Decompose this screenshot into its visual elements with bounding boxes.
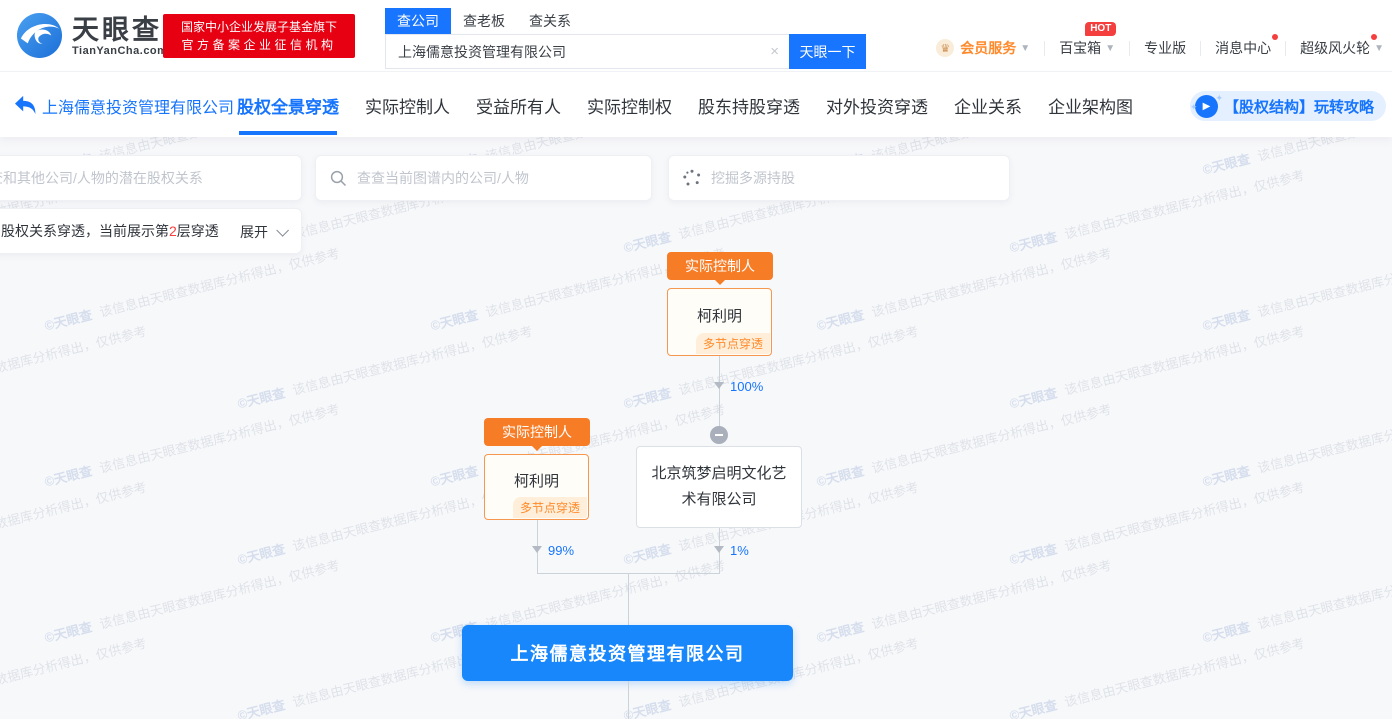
potential-relation-search[interactable] [0,155,302,201]
node-root-company[interactable]: 上海儒意投资管理有限公司 [462,625,793,681]
menu-vip-label: 会员服务 [960,38,1016,58]
edge-root-line [628,573,629,625]
tab-outbound-investment[interactable]: 对外投资穿透 [826,93,928,118]
menu-toolbox[interactable]: HOT 百宝箱 ▼ [1059,38,1115,58]
multi-node-tag[interactable]: 多节点穿透 [513,497,587,518]
nav-tabs: 股权全景穿透 实际控制人 受益所有人 实际控制权 股东持股穿透 对外投资穿透 企… [237,93,1159,118]
header-menu: ♛ 会员服务 ▼ HOT 百宝箱 ▼ 专业版 消息中心 [936,38,1384,58]
search-input[interactable] [385,34,789,69]
back-arrow-icon[interactable] [14,95,36,115]
edge-label-100: 100% [730,379,763,394]
crown-icon: ♛ [936,39,954,57]
menu-message-center[interactable]: 消息中心 [1215,38,1271,58]
page: 天眼查 TianYanCha.com 国家中小企业发展子基金旗下 官方备案企业征… [0,0,1392,719]
collapse-node-button[interactable] [710,426,728,444]
node-top-person[interactable]: 柯利明 多节点穿透 [667,288,772,356]
navbar: 上海儒意投资管理有限公司 股权全景穿透 实际控制人 受益所有人 实际控制权 股东… [0,72,1392,137]
menu-divider [1285,41,1286,56]
menu-divider [1129,41,1130,56]
actual-controller-badge-top: 实际控制人 [667,252,773,280]
edge-label-99: 99% [548,543,574,558]
search-tab-company[interactable]: 查公司 [385,8,451,34]
search-tabs: 查公司 查老板 查关系 [385,8,866,34]
arrow-down-icon [714,382,724,389]
equity-graph-canvas[interactable]: ©天眼查该信息由天眼查数据库分析得出，仅供参考©天眼查该信息由天眼查数据库分析得… [0,137,1392,719]
menu-message-label: 消息中心 [1215,40,1271,56]
menu-super-wheel[interactable]: 超级风火轮 ▼ [1300,38,1384,58]
multi-node-tag[interactable]: 多节点穿透 [696,333,770,354]
tab-shareholder-penetration[interactable]: 股东持股穿透 [698,93,800,118]
clear-search-icon[interactable]: × [770,43,779,60]
equity-structure-guide-button[interactable]: ✦ ▶ ✦ 【股权结构】玩转攻略 [1190,91,1386,121]
graph-search-input[interactable] [347,156,651,200]
menu-wheel-label: 超级风火轮 [1300,40,1370,56]
tab-beneficial-owner[interactable]: 受益所有人 [476,93,561,118]
edge-line-100 [719,356,720,427]
actual-controller-badge-mid: 实际控制人 [484,418,590,446]
graph-search-box[interactable] [315,155,652,201]
logo-domain: TianYanCha.com [72,45,167,57]
notification-dot [1371,34,1377,40]
tab-enterprise-structure[interactable]: 企业架构图 [1048,93,1133,118]
menu-divider [1200,41,1201,56]
edge-label-1: 1% [730,543,749,558]
logo-title: 天眼查 [72,15,167,45]
menu-message-label-wrap: 消息中心 [1215,38,1271,58]
penetration-depth-box: 股权关系穿透，当前展示第2层穿透 展开 [0,208,302,254]
navbar-company-link[interactable]: 上海儒意投资管理有限公司 [42,94,234,118]
header-search: 查公司 查老板 查关系 × 天眼一下 [385,8,866,69]
node-mid-person[interactable]: 柯利明 多节点穿透 [484,454,589,520]
chevron-down-icon [276,224,289,237]
gov-certification-badge: 国家中小企业发展子基金旗下 官方备案企业征信机构 [163,14,355,58]
menu-wheel-label-wrap: 超级风火轮 [1300,38,1370,58]
chevron-down-icon: ▼ [1020,43,1030,54]
header: 天眼查 TianYanCha.com 国家中小企业发展子基金旗下 官方备案企业征… [0,0,1392,72]
search-button[interactable]: 天眼一下 [789,34,866,69]
tianyancha-logo[interactable]: 天眼查 TianYanCha.com [16,12,167,59]
gov-badge-line2: 官方备案企业征信机构 [181,36,336,54]
arrow-down-icon [532,546,542,553]
tab-actual-control-rights[interactable]: 实际控制权 [587,93,672,118]
notification-dot [1272,34,1278,40]
search-tab-relation[interactable]: 查关系 [529,8,571,34]
tab-actual-controller[interactable]: 实际控制人 [365,93,450,118]
multi-source-icon [683,169,701,187]
multi-source-holding-box[interactable]: 挖掘多源持股 [668,155,1010,201]
tab-enterprise-relations[interactable]: 企业关系 [954,93,1022,118]
expand-label: 展开 [240,222,268,242]
search-tab-boss[interactable]: 查老板 [463,8,505,34]
menu-pro-label: 专业版 [1144,38,1186,58]
menu-pro-version[interactable]: 专业版 [1144,38,1186,58]
potential-relation-input[interactable] [0,156,301,200]
menu-toolbox-label: 百宝箱 [1059,38,1101,58]
chevron-down-icon: ▼ [1374,43,1384,54]
gov-badge-line1: 国家中小企业发展子基金旗下 [181,18,337,36]
node-mid-company[interactable]: 北京筑梦启明文化艺术有限公司 [636,446,802,528]
tab-equity-penetration[interactable]: 股权全景穿透 [237,93,339,118]
edge-below-root-line [628,681,629,719]
guide-label: 【股权结构】玩转攻略 [1224,96,1374,117]
multi-source-label: 挖掘多源持股 [711,168,795,188]
menu-divider [1044,41,1045,56]
sparkle-icon: ✦ [1190,102,1198,113]
expand-button[interactable]: 展开 [240,209,285,255]
sparkle-icon: ✦ [1215,93,1223,104]
menu-vip-services[interactable]: ♛ 会员服务 ▼ [936,38,1030,58]
depth-text: 股权关系穿透，当前展示第2层穿透 [1,221,219,241]
play-icon: ✦ ▶ ✦ [1195,95,1218,118]
search-icon [330,170,347,187]
arrow-down-icon [714,546,724,553]
depth-value: 2 [169,223,177,239]
tianyancha-logo-icon [16,12,63,59]
logo-text: 天眼查 TianYanCha.com [72,15,167,57]
hot-badge: HOT [1085,22,1116,36]
chevron-down-icon: ▼ [1105,43,1115,54]
